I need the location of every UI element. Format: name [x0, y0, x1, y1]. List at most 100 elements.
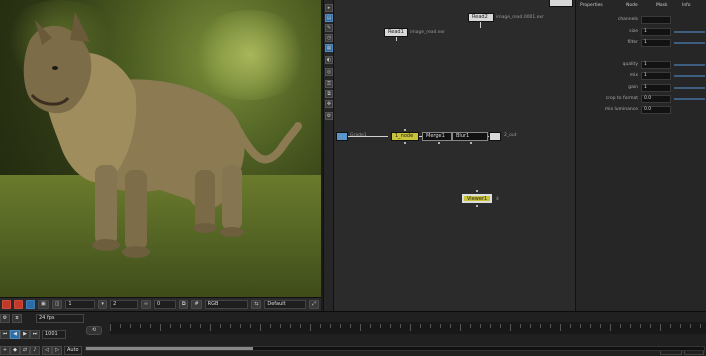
node-output-dot[interactable] — [438, 142, 440, 144]
read-tool-icon[interactable]: ▤ — [325, 14, 333, 22]
ruler-tick — [240, 324, 241, 328]
draw-tool-icon[interactable]: ✎ — [325, 24, 333, 32]
ruler-tick — [190, 324, 191, 328]
node-graph[interactable]: Read2 image_read.0001.exr Read1 image_re… — [334, 0, 575, 311]
expand-icon[interactable]: ⤢ — [309, 300, 319, 309]
ruler-tick — [550, 324, 551, 328]
channel-mode-select[interactable]: RGB — [204, 300, 249, 309]
ruler-tick — [250, 324, 251, 328]
node-input-dot[interactable] — [476, 190, 478, 192]
colorspace-select[interactable]: Default — [264, 300, 307, 309]
prev-key-icon[interactable]: ◁ — [42, 346, 52, 355]
zoom-field[interactable]: 0 — [154, 300, 176, 309]
prop-label: mix luminance — [604, 107, 638, 112]
ruler-tick — [600, 324, 601, 328]
merge-tool-icon[interactable]: ⧉ — [325, 90, 333, 98]
prop-field[interactable]: 0.0 — [641, 95, 671, 103]
scrub-bar[interactable] — [85, 346, 705, 351]
ruler-tick — [300, 324, 301, 328]
prop-field[interactable]: 1 — [641, 39, 671, 47]
skip-end-icon[interactable]: ⏭ — [30, 330, 40, 339]
speed-field[interactable]: Auto — [64, 346, 82, 355]
prop-field[interactable]: 0.0 — [641, 106, 671, 114]
compare-icon[interactable]: ⧉ — [178, 300, 189, 309]
loop-icon[interactable]: ⟲ — [86, 326, 102, 335]
node-sub-label: 2_out — [504, 133, 517, 138]
filter-tool-icon[interactable]: ◎ — [325, 68, 333, 76]
keyframe-icon[interactable]: ◆ — [10, 346, 20, 355]
prop-field[interactable]: 1 — [641, 84, 671, 92]
record-button[interactable] — [2, 300, 11, 309]
settings-tool-icon[interactable]: ⚙ — [325, 112, 333, 120]
node-output-dot[interactable] — [476, 205, 478, 207]
ruler-tick — [680, 324, 681, 328]
prop-slider[interactable] — [674, 42, 705, 44]
tab-properties[interactable]: Properties — [580, 2, 603, 10]
time-tool-icon[interactable]: ◷ — [325, 34, 333, 42]
play-reverse-icon[interactable]: ◀ — [10, 330, 20, 339]
keyer-tool-icon[interactable]: ⚿ — [325, 80, 333, 88]
node-sub-label: image_read.0001.exr — [496, 15, 544, 20]
tab-info[interactable]: Info — [682, 2, 691, 10]
node-output-dot[interactable] — [404, 142, 406, 144]
transform-tool-icon[interactable]: ✥ — [325, 100, 333, 108]
fps-field[interactable]: 24 fps — [36, 314, 84, 323]
zoom-in-icon[interactable]: + — [0, 346, 10, 355]
ruler-tick — [690, 324, 691, 328]
next-key-icon[interactable]: ▷ — [52, 346, 62, 355]
node-input-dot[interactable] — [404, 129, 406, 131]
skip-start-icon[interactable]: ⏮ — [0, 330, 10, 339]
alpha-channel-button[interactable] — [14, 300, 23, 309]
node-blur1[interactable]: Blur1 — [452, 132, 488, 141]
prop-label: mix — [629, 73, 638, 78]
ruler-tick — [430, 324, 431, 328]
ruler-tick — [270, 324, 271, 328]
rgb-channel-button[interactable] — [26, 300, 35, 309]
grid-icon[interactable]: # — [191, 300, 202, 309]
tab-node[interactable]: Node — [626, 2, 638, 10]
frame-value-field[interactable]: 2 — [110, 300, 138, 309]
swap-icon[interactable]: ⇆ — [251, 300, 262, 309]
timeline-ruler[interactable] — [110, 322, 706, 334]
ruler-tick — [630, 324, 631, 328]
node-read1[interactable]: Read1 — [384, 28, 408, 37]
prop-slider[interactable] — [674, 98, 705, 100]
node-output[interactable] — [489, 132, 501, 141]
link-icon[interactable]: ∞ — [140, 300, 152, 309]
channel-tool-icon[interactable]: ▦ — [325, 44, 333, 52]
node-main[interactable]: 1_node — [391, 132, 419, 141]
node-grade1[interactable] — [336, 132, 348, 141]
prop-label: quality — [622, 62, 638, 67]
tab-mask[interactable]: Mask — [656, 2, 668, 10]
play-icon[interactable]: ▶ — [20, 330, 30, 339]
lock-icon[interactable]: ◫ — [51, 300, 63, 309]
creature-image — [23, 12, 302, 258]
bounce-icon[interactable]: ⇄ — [20, 346, 30, 355]
node-merge1[interactable]: Merge1 — [422, 132, 452, 141]
image-viewer[interactable] — [0, 0, 321, 297]
clip-icon[interactable]: ▣ — [38, 300, 49, 309]
prop-slider[interactable] — [674, 64, 705, 66]
prop-field[interactable]: 1 — [641, 28, 671, 36]
prop-field[interactable] — [641, 16, 671, 24]
frame-start-field[interactable]: 1 — [65, 300, 96, 309]
prop-field[interactable]: 1 — [641, 61, 671, 69]
audio-icon[interactable]: ♪ — [30, 346, 40, 355]
color-tool-icon[interactable]: ◐ — [325, 56, 333, 64]
ruler-tick — [610, 324, 611, 331]
prop-slider[interactable] — [674, 75, 705, 77]
prop-slider[interactable] — [674, 31, 705, 33]
select-tool-icon[interactable]: ▸ — [325, 4, 333, 12]
node-output-dot[interactable] — [470, 142, 472, 144]
ruler-tick — [450, 324, 451, 328]
ruler-tick — [220, 324, 221, 328]
node-read2[interactable]: Read2 — [468, 13, 494, 22]
settings-icon[interactable]: ⚙ — [0, 314, 10, 323]
node-viewer1[interactable]: Viewer1 — [462, 194, 492, 203]
current-frame-field[interactable]: 1001 — [42, 330, 66, 339]
prop-slider[interactable] — [674, 87, 705, 89]
chevron-down-icon[interactable]: ▾ — [98, 300, 108, 309]
node-read-top[interactable] — [549, 0, 573, 7]
prop-field[interactable]: 1 — [641, 72, 671, 80]
wire — [348, 136, 388, 137]
